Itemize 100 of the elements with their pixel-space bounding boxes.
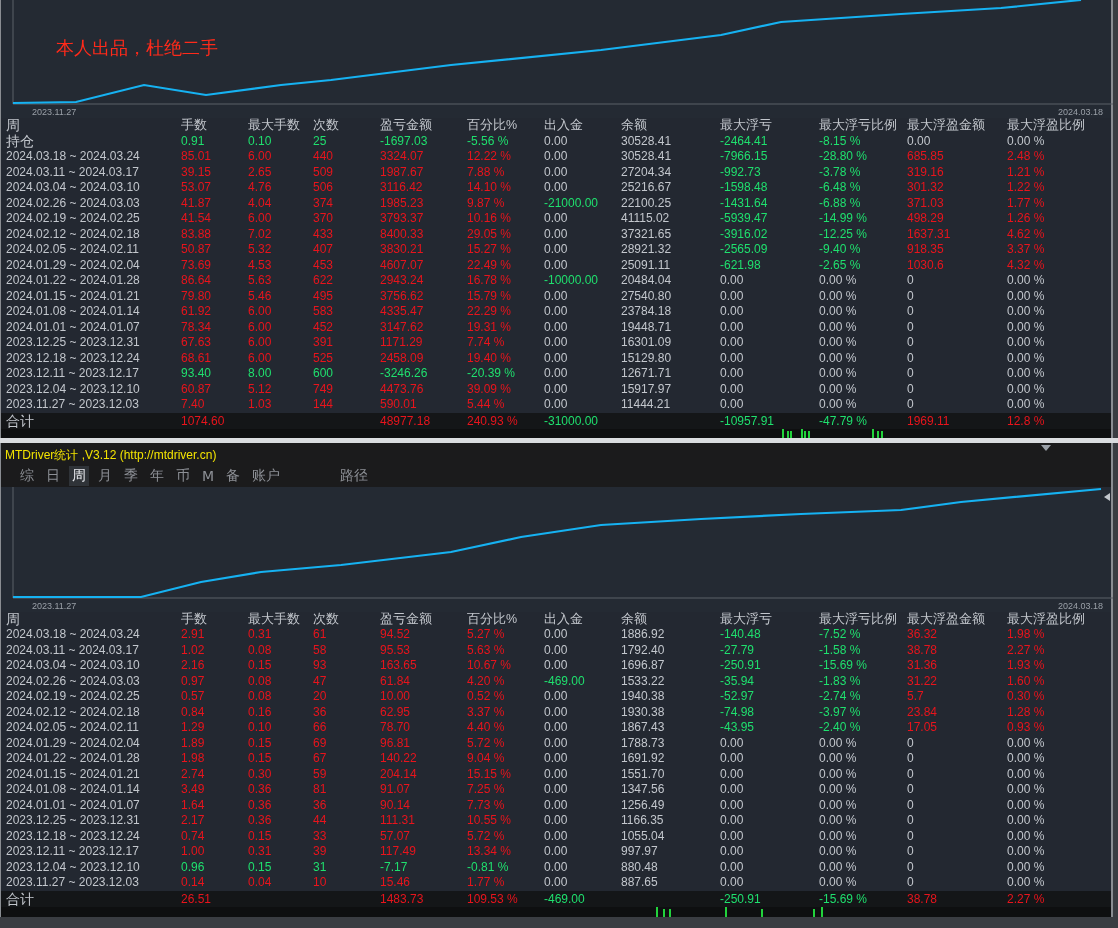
table-cell-text: 62.95 [380, 704, 412, 720]
table-cell-text: 0.00 [544, 627, 569, 643]
table-cell-text: 590.01 [380, 397, 418, 413]
table-cell-text: 31.36 [907, 658, 939, 674]
table-cell-text: 0.00 % [1007, 288, 1046, 304]
table-cell-text: 7.74 % [467, 335, 506, 351]
table-cell-text: 38.78 [907, 642, 939, 658]
table-cell-text: 23.84 [907, 704, 939, 720]
table-cell-text: 0.00 [544, 211, 569, 227]
table-cell-text: 0.10 [248, 720, 273, 736]
table-cell-text: 26.51 [181, 890, 213, 908]
table-cell-text: 0.00 [720, 397, 745, 413]
table-cell-text: 0.08 [248, 642, 273, 658]
table-cell-text: 17.05 [907, 720, 939, 736]
table-cell-text: 0 [907, 828, 915, 844]
table-cell-text: 30528.41 [621, 149, 673, 165]
table-cell-text: 374 [313, 195, 335, 211]
table-cell-text: 240.93 % [467, 412, 519, 430]
table-cell-text: 1.89 [181, 735, 206, 751]
table-cell-text: 0.00 % [819, 875, 858, 891]
table-cell-text: 0.91 [181, 133, 206, 149]
table-cell-text: 10.00 [380, 689, 412, 705]
table-cell-text: -15.69 % [819, 658, 869, 674]
table-cell-text: 583 [313, 304, 335, 320]
table-cell-text: 887.65 [621, 875, 659, 891]
axis-date-label: 2023.11.27 [32, 107, 77, 117]
table-cell-text: -20.39 % [467, 366, 517, 382]
table-cell-text: 73.69 [181, 257, 213, 273]
table-cell-text: 1.98 [181, 751, 206, 767]
table-cell-text: 91.07 [380, 782, 412, 798]
tab[interactable]: 综 [17, 466, 37, 486]
table-cell-text: 0.00 % [819, 273, 858, 289]
table-cell-text: 452 [313, 319, 335, 335]
table-cell-text: 1969.11 [907, 412, 951, 430]
table-cell-text: 4.04 [248, 195, 273, 211]
table-cell-text: 0.36 [248, 782, 273, 798]
table-cell-text: 2.65 [248, 164, 273, 180]
table-cell-text: 5.63 [248, 273, 273, 289]
table-cell-text: 0.00 [720, 335, 745, 351]
table-cell-text: 69 [313, 735, 328, 751]
column-header: 最大浮亏比例 [819, 118, 898, 134]
table-cell-text: 1256.49 [621, 797, 666, 813]
table-cell-text: 2.16 [181, 658, 206, 674]
table-cell-text: 0.31 [248, 627, 273, 643]
table-cell-text: 0 [907, 797, 915, 813]
table-cell-text: 407 [313, 242, 335, 258]
tab[interactable]: 月 [95, 466, 115, 486]
tab[interactable]: 路径 [337, 466, 372, 486]
table-cell-text: 1.93 % [1007, 658, 1046, 674]
tab[interactable]: 年 [147, 466, 167, 486]
table-cell-text: 7.02 [248, 226, 273, 242]
table-cell-text: 0.00 [720, 751, 745, 767]
table-cell-text: 4.40 % [467, 720, 506, 736]
table-cell-text: 5.63 % [467, 642, 506, 658]
table-cell-text: 1347.56 [621, 782, 666, 798]
table-cell-text: 0.00 % [1007, 875, 1046, 891]
table-cell-text: 8.00 [248, 366, 273, 382]
tab[interactable]: 周 [69, 466, 89, 486]
table-cell-text: -6.88 % [819, 195, 862, 211]
table-cell-text: -21000.00 [544, 195, 600, 211]
column-header: 余额 [621, 611, 648, 627]
table-cell-text: 371.03 [907, 195, 945, 211]
table-cell-text: 0.00 [720, 366, 745, 382]
table-cell-text: 0.15 [248, 751, 273, 767]
table-cell-text: -250.91 [720, 890, 762, 908]
table-cell-text: 0.00 [544, 381, 569, 397]
table-cell-text: 0.00 % [1007, 335, 1046, 351]
table-cell-text: 0.00 % [819, 288, 858, 304]
column-header: 周 [6, 118, 21, 134]
column-header: 盈亏金额 [380, 118, 433, 134]
table-cell-text: 96.81 [380, 735, 412, 751]
table-cell-text: 0.00 [720, 273, 745, 289]
table-cell-text: 1940.38 [621, 689, 666, 705]
table-cell-text: 39.09 % [467, 381, 513, 397]
table-cell-text: 0.30 % [1007, 689, 1046, 705]
table-cell-text: 10.16 % [467, 211, 513, 227]
table-cell-text: -469.00 [544, 890, 586, 908]
tab[interactable]: 账户 [249, 466, 284, 486]
table-cell-text: 66 [313, 720, 328, 736]
table-cell-text: 0.00 % [819, 381, 858, 397]
tab[interactable]: 日 [43, 466, 63, 486]
table-cell-text: 0.00 % [819, 335, 858, 351]
table-cell-text: 0.00 [544, 257, 569, 273]
table-cell-text: 39 [313, 844, 328, 860]
table-cell-text: 2.48 % [1007, 149, 1046, 165]
table-cell-text: 60.87 [181, 381, 213, 397]
table-cell-text: 1533.22 [621, 673, 666, 689]
table-cell-text: -31000.00 [544, 412, 600, 430]
table-cell-text: 68.61 [181, 350, 213, 366]
table-cell-text: 0.36 [248, 797, 273, 813]
table-cell-text: 2024.03.11 ~ 2024.03.17 [6, 164, 140, 180]
tab[interactable]: 币 [173, 466, 193, 486]
tab[interactable]: 季 [121, 466, 141, 486]
table-cell-text: 0.00 % [1007, 133, 1046, 149]
tab[interactable]: M [199, 467, 218, 485]
table-cell-text: 39.15 [181, 164, 213, 180]
table-cell-text: 47 [313, 673, 328, 689]
table-cell-text: 0.00 [544, 875, 569, 891]
table-cell-text: 2024.03.18 ~ 2024.03.24 [6, 627, 141, 643]
tab[interactable]: 备 [223, 466, 244, 486]
